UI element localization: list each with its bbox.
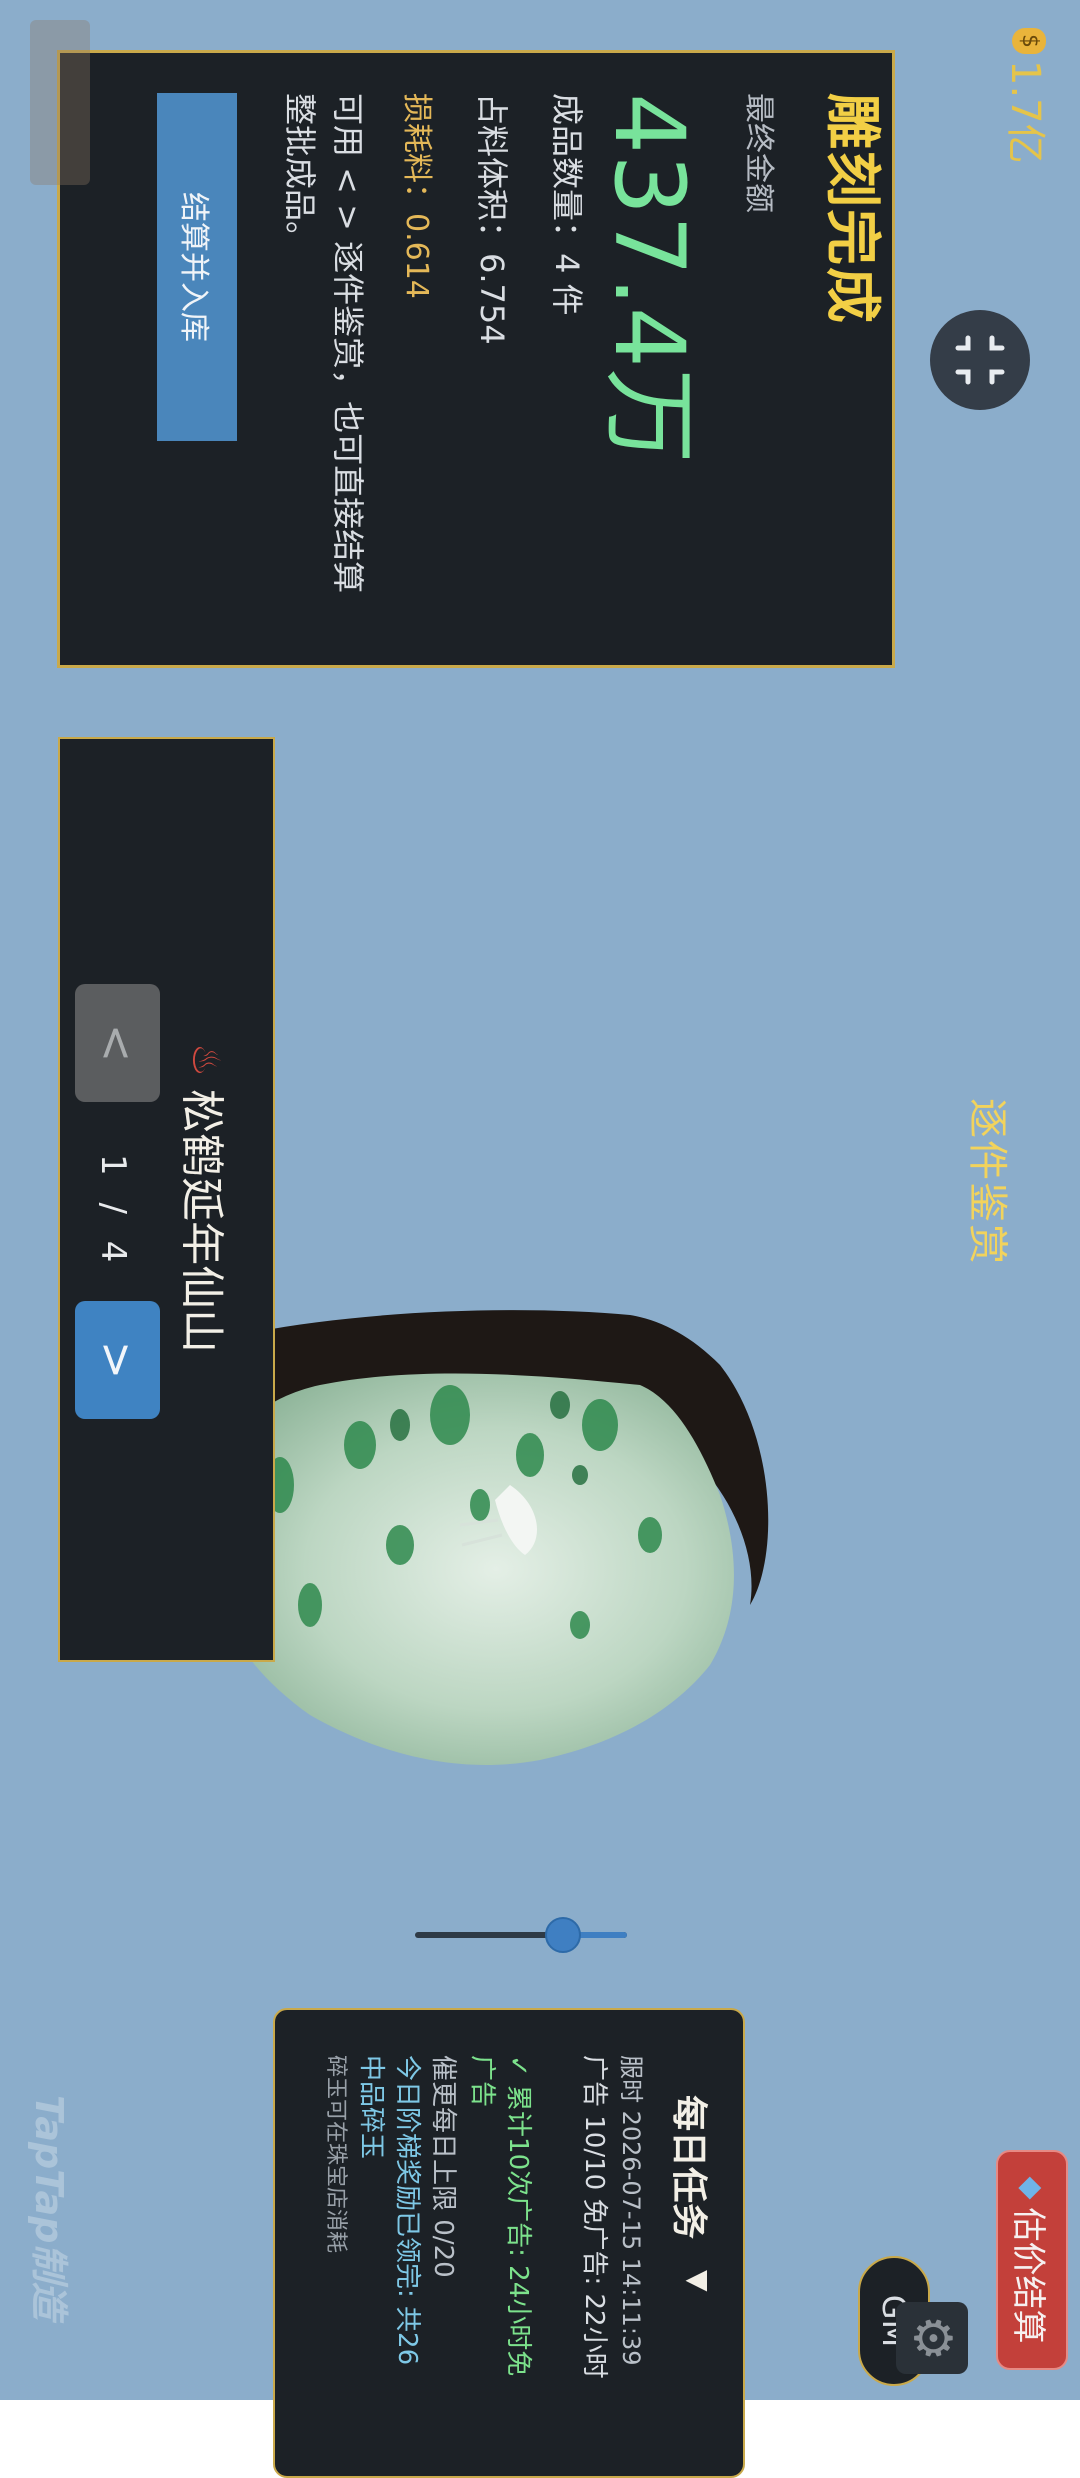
appreciation-panel: ♨ 松鹤延年仙山 < 1 / 4 > (58, 737, 275, 1662)
settle-and-store-button[interactable]: 结算并入库 (157, 93, 237, 441)
result-panel: 雕刻完成 最终金额 437.4万 成品数量：4 件 占料体积：6.754 损耗料… (57, 50, 895, 668)
money-bag-icon: $ (1012, 28, 1046, 54)
next-item-button[interactable]: > (75, 1301, 160, 1419)
result-hint: 可用 < > 逐件鉴赏，也可直接结算整批成品。 (281, 93, 367, 594)
page-indicator: 1 / 4 (93, 1154, 133, 1271)
product-count: 成品数量：4 件 (548, 93, 586, 316)
item-name-row: ♨ 松鹤延年仙山 (174, 1043, 238, 1353)
daily-tasks-panel: 每日任务 ▼ 服时 2026-07-15 14:11:39 广告 10/10 免… (273, 2008, 745, 2478)
ad-reward: ✓ 累计10次广告: 24小时免广告 (467, 2055, 533, 2377)
jade-shard-tip: 碎玉可在珠宝店消耗 (323, 2055, 348, 2254)
estimate-settle-button[interactable]: ◆ 估价结算 (996, 2150, 1068, 2370)
daily-limit: 催更每日上限 0/20 (428, 2055, 458, 2278)
settings-button[interactable]: ⚙ (896, 2302, 968, 2374)
faded-button[interactable] (30, 20, 90, 185)
diamond-icon: ◆ (1014, 2176, 1050, 2200)
material-volume: 占料体积：6.754 (473, 93, 511, 345)
watermark: TapTap制造 (27, 2095, 71, 2320)
appreciation-title: 逐件鉴赏 (964, 1098, 1010, 1266)
heat-waves-icon: ♨ (184, 1043, 228, 1078)
server-time: 服时 2026-07-15 14:11:39 (617, 2055, 645, 2366)
collapse-button[interactable] (930, 310, 1030, 410)
daily-tasks-title[interactable]: 每日任务 (666, 2095, 718, 2239)
currency-amount: 1.7亿 (1002, 60, 1048, 164)
collapse-arrows-icon (955, 335, 1005, 385)
ad-status: 广告 10/10 免广告: 22小时 (579, 2055, 609, 2379)
zoom-slider-thumb[interactable] (545, 1917, 582, 1953)
triangle-down-icon[interactable]: ▼ (682, 2270, 715, 2292)
game-stage: $ 1.7亿 雕刻完成 最终金额 437.4万 成品数量：4 件 占料体积：6.… (0, 0, 1080, 2478)
result-title: 雕刻完成 (819, 93, 884, 325)
prev-item-button[interactable]: < (75, 984, 160, 1102)
currency-display: $ 1.7亿 (1000, 28, 1058, 164)
item-name: 松鹤延年仙山 (176, 1089, 227, 1354)
step-reward: 今日阶梯奖励已领完: 共26中品碎玉 (356, 2055, 422, 2366)
result-subtitle: 最终金额 (741, 93, 776, 213)
estimate-settle-label: 估价结算 (1008, 2207, 1049, 2344)
final-amount: 437.4万 (593, 93, 705, 464)
material-loss: 损耗料：0.614 (399, 93, 434, 299)
gear-icon: ⚙ (902, 2314, 962, 2362)
